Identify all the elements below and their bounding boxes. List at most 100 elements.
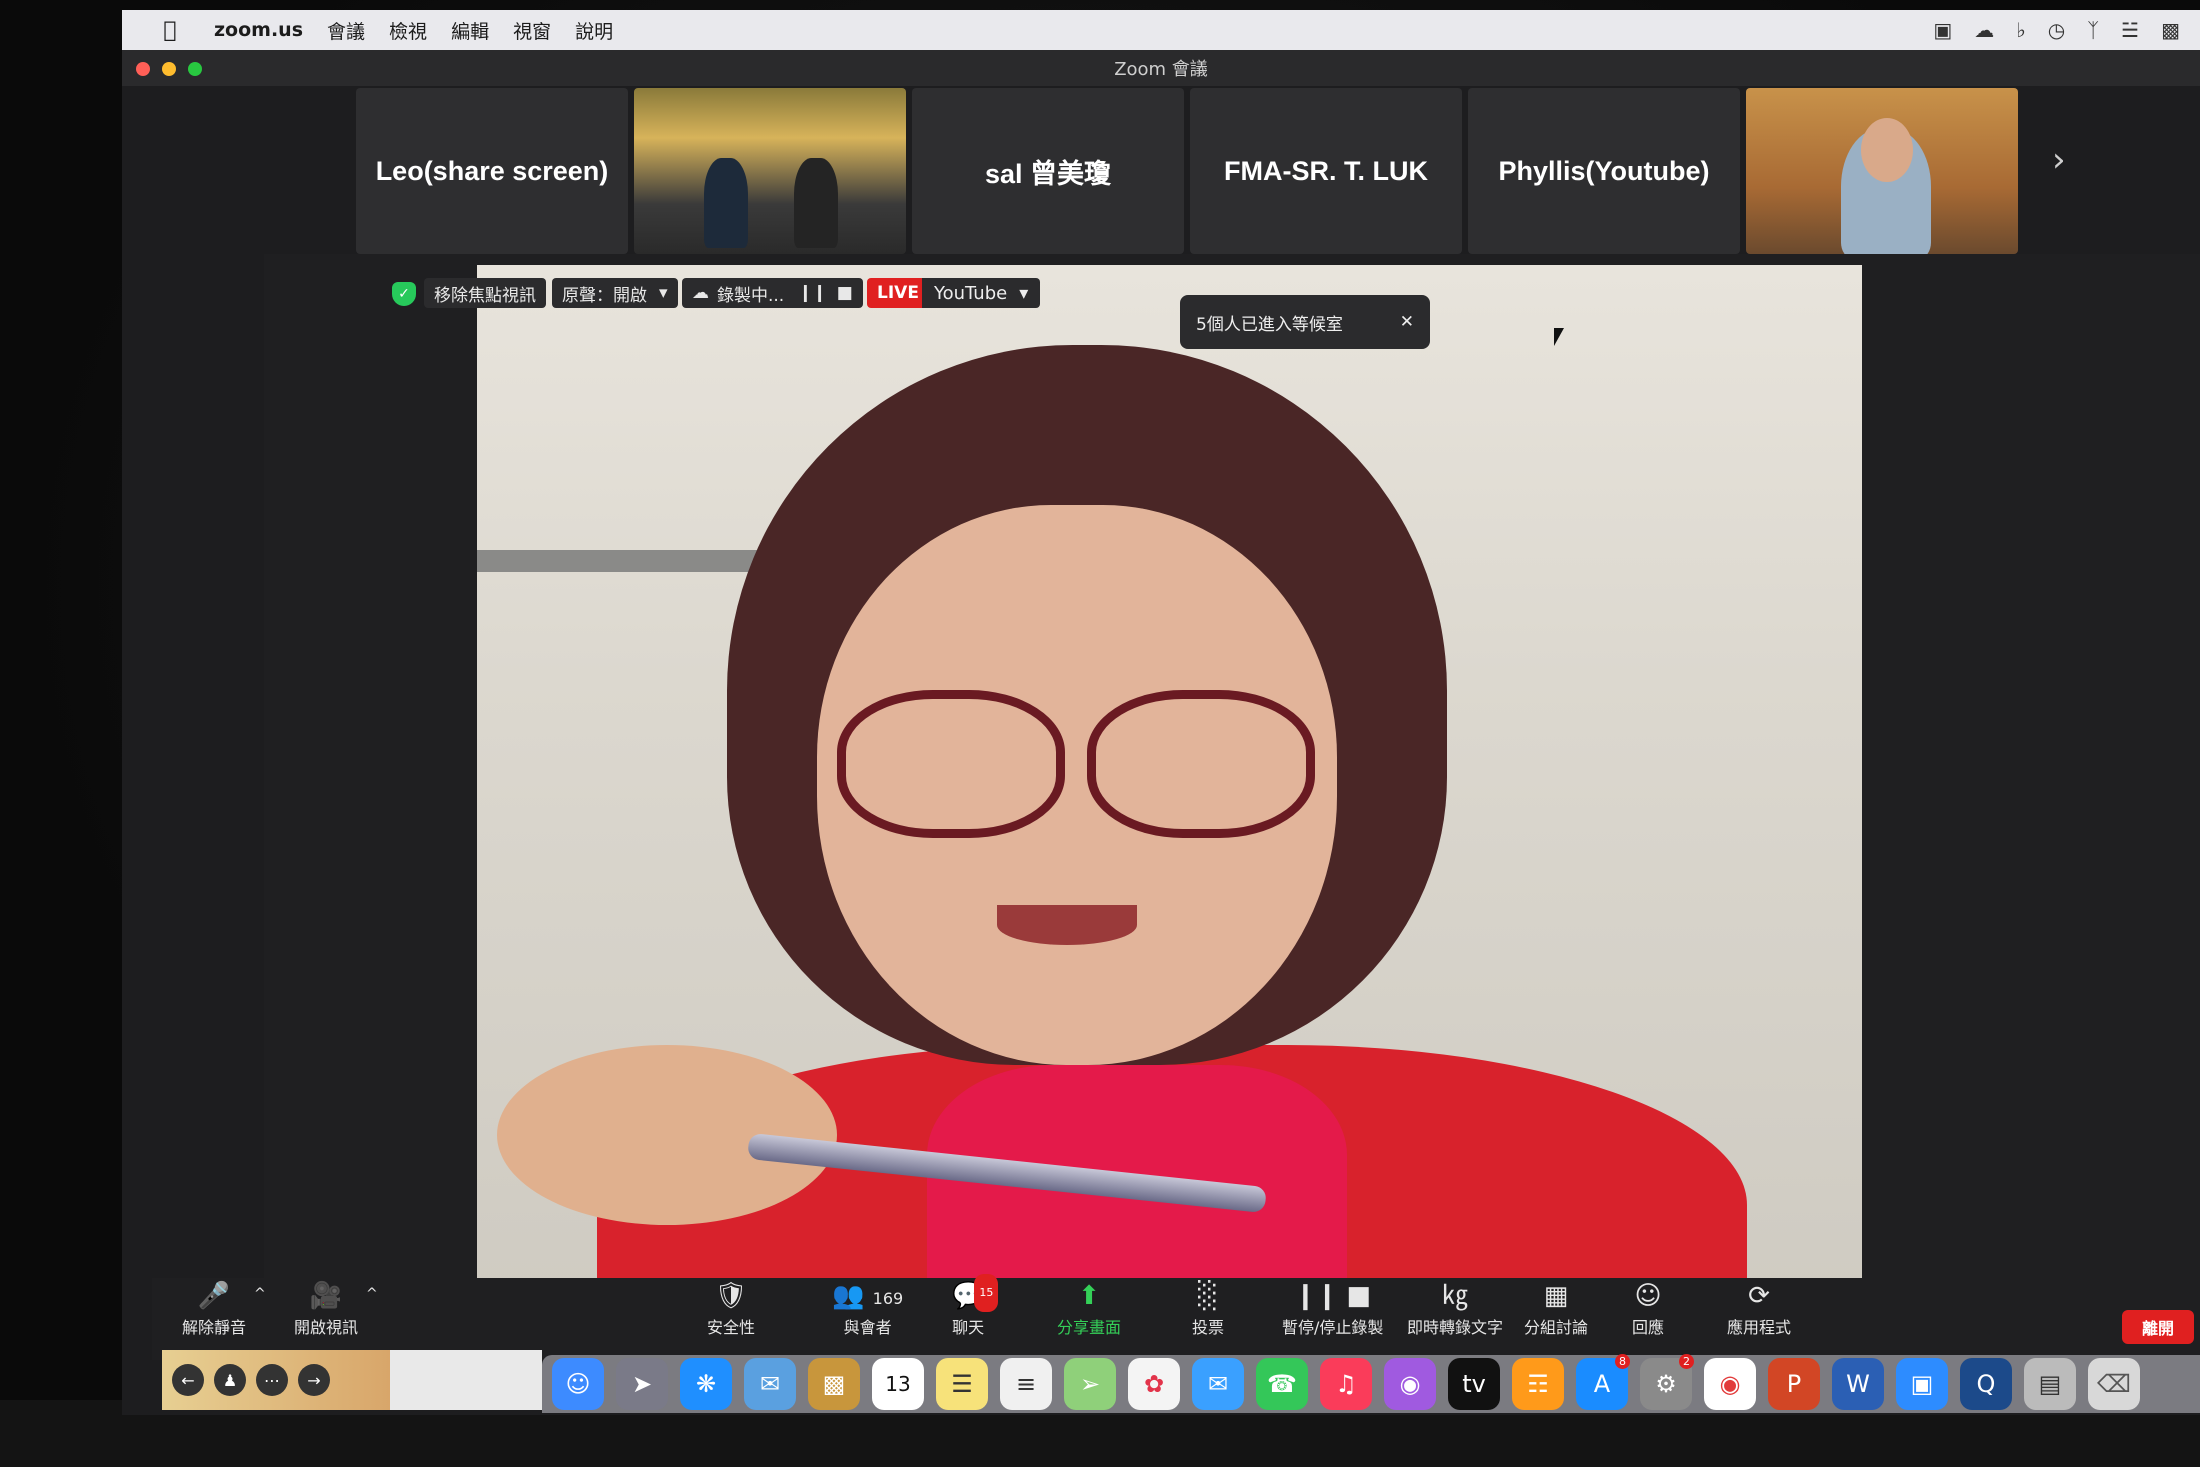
video-off-icon: 🎥 bbox=[309, 1281, 343, 1311]
start-video-button[interactable]: 🎥 開啟視訊 bbox=[294, 1278, 358, 1338]
apple-icon[interactable]:  bbox=[150, 18, 190, 43]
stream-target-label: YouTube bbox=[934, 282, 1008, 304]
mouse-cursor-icon bbox=[1554, 328, 1564, 346]
chat-badge: 15 bbox=[974, 1274, 999, 1312]
person-icon[interactable]: ♟ bbox=[214, 1364, 246, 1396]
breakout-rooms-label: 分組討論 bbox=[1524, 1318, 1589, 1337]
close-icon[interactable]: ✕ bbox=[1400, 312, 1414, 332]
waiting-room-text: 5個人已進入等候室 bbox=[1196, 314, 1343, 335]
chrome-icon[interactable]: ◉ bbox=[1704, 1358, 1756, 1410]
apple-tv-icon[interactable]: tv bbox=[1448, 1358, 1500, 1410]
original-sound-button[interactable]: 原聲：開啟 ▾ bbox=[552, 278, 678, 308]
app-store-icon[interactable]: A8 bbox=[1576, 1354, 1630, 1410]
zoom-app-icon[interactable]: ▣ bbox=[1896, 1358, 1948, 1410]
chevron-up-icon[interactable]: ^ bbox=[254, 1286, 266, 1302]
contacts-icon[interactable]: ▩ bbox=[808, 1358, 860, 1410]
participant-tile-leo[interactable]: Leo(share screen) bbox=[356, 88, 628, 254]
powerpoint-icon[interactable]: P bbox=[1768, 1358, 1820, 1410]
participants-button[interactable]: 👥 169 與會者 bbox=[832, 1278, 903, 1338]
launchpad-icon[interactable]: ➤ bbox=[616, 1358, 668, 1410]
recording-status[interactable]: ☁ 錄製中... ❙❙ ■ bbox=[682, 278, 863, 308]
share-screen-icon: ⬆ bbox=[1078, 1281, 1100, 1311]
calendar-icon[interactable]: 13 bbox=[872, 1358, 924, 1410]
participant-figure bbox=[794, 158, 838, 248]
more-icon[interactable]: ⋯ bbox=[256, 1364, 288, 1396]
pause-icon[interactable]: ❙❙ bbox=[798, 283, 827, 303]
security-button[interactable]: 🛡 安全性 bbox=[707, 1278, 755, 1338]
reminders-icon[interactable]: ≡ bbox=[1000, 1358, 1052, 1410]
menu-app-name[interactable]: zoom.us bbox=[214, 19, 303, 41]
chevron-down-icon[interactable]: ▾ bbox=[1019, 283, 1028, 304]
menu-meeting[interactable]: 會議 bbox=[327, 17, 365, 44]
arrow-right-icon[interactable]: → bbox=[298, 1364, 330, 1396]
input-method-icon[interactable]: ▩ bbox=[2161, 18, 2180, 42]
screen:  zoom.us 會議 檢視 編輯 視窗 說明 ▣ ☁ ♭ ◷ ᛉ ☱ ▩ Z… bbox=[122, 10, 2200, 1415]
pause-stop-recording-button[interactable]: ❙❙ ■ 暫停/停止錄製 bbox=[1282, 1278, 1383, 1338]
safari-icon[interactable]: ❋ bbox=[680, 1358, 732, 1410]
folder-stack-icon[interactable]: ▤ bbox=[2024, 1358, 2076, 1410]
podcasts-icon[interactable]: ◉ bbox=[1384, 1358, 1436, 1410]
leave-button[interactable]: 離開 bbox=[2122, 1310, 2194, 1344]
cloud-tray-icon[interactable]: ☁ bbox=[1974, 18, 1994, 42]
chevron-down-icon[interactable]: ▾ bbox=[659, 283, 668, 303]
polls-button[interactable]: ░ 投票 bbox=[1192, 1278, 1224, 1338]
apps-button[interactable]: ⟳ 應用程式 bbox=[1727, 1278, 1791, 1338]
live-stream-target[interactable]: YouTube ▾ bbox=[922, 278, 1041, 308]
remove-spotlight-label: 移除焦點視訊 bbox=[434, 285, 536, 306]
participant-tile-priest[interactable] bbox=[1746, 88, 2018, 254]
active-speaker-video[interactable] bbox=[477, 265, 1862, 1295]
participant-tile-sal[interactable]: sal 曾美瓊 bbox=[912, 88, 1184, 254]
chevron-up-icon[interactable]: ^ bbox=[366, 1286, 378, 1302]
shield-icon[interactable]: ✓ bbox=[392, 282, 416, 306]
cloud-record-icon: ☁ bbox=[692, 283, 709, 303]
reactions-label: 回應 bbox=[1632, 1318, 1665, 1337]
messages-icon[interactable]: ✉ bbox=[1192, 1358, 1244, 1410]
zoom-window-button[interactable] bbox=[188, 62, 202, 76]
finder-icon[interactable]: ☺ bbox=[552, 1358, 604, 1410]
menu-view[interactable]: 檢視 bbox=[389, 17, 427, 44]
menu-window[interactable]: 視窗 bbox=[513, 17, 551, 44]
unmute-button[interactable]: 🎤 解除靜音 bbox=[182, 1278, 246, 1338]
notes-icon[interactable]: ☰ bbox=[936, 1358, 988, 1410]
mail-icon[interactable]: ✉ bbox=[744, 1358, 796, 1410]
wifi-icon[interactable]: ☱ bbox=[2121, 18, 2139, 42]
chevron-right-icon[interactable]: › bbox=[2052, 140, 2066, 180]
word-icon[interactable]: W bbox=[1832, 1358, 1884, 1410]
trash-icon[interactable]: ⌫ bbox=[2088, 1358, 2140, 1410]
cc-icon: ㎏ bbox=[1442, 1281, 1469, 1311]
chat-button[interactable]: 💬 15 聊天 bbox=[952, 1274, 999, 1338]
facetime-icon[interactable]: ☎ bbox=[1256, 1358, 1308, 1410]
share-screen-button[interactable]: ⬆ 分享畫面 bbox=[1057, 1278, 1121, 1338]
music-icon[interactable]: ♫ bbox=[1320, 1358, 1372, 1410]
stop-icon[interactable]: ■ bbox=[837, 283, 853, 303]
menu-help[interactable]: 說明 bbox=[575, 17, 613, 44]
mac-menu-bar:  zoom.us 會議 檢視 編輯 視窗 說明 ▣ ☁ ♭ ◷ ᛉ ☱ ▩ bbox=[122, 10, 2200, 50]
window-title: Zoom 會議 bbox=[1114, 59, 1208, 80]
participant-tile-fma[interactable]: FMA-SR. T. LUK bbox=[1190, 88, 1462, 254]
close-window-button[interactable] bbox=[136, 62, 150, 76]
live-badge[interactable]: LIVE bbox=[867, 278, 929, 308]
remove-spotlight-button[interactable]: 移除焦點視訊 bbox=[424, 278, 546, 308]
maps-icon[interactable]: ➢ bbox=[1064, 1358, 1116, 1410]
time-machine-icon[interactable]: ◷ bbox=[2048, 18, 2065, 42]
bar-chart-icon: ░ bbox=[1198, 1281, 1218, 1311]
participant-tile-phyllis[interactable]: Phyllis(Youtube) bbox=[1468, 88, 1740, 254]
live-transcript-button[interactable]: ㎏ 即時轉錄文字 bbox=[1407, 1278, 1503, 1338]
system-preferences-icon[interactable]: ⚙ 2 bbox=[1640, 1354, 1694, 1410]
participant-tile-studio[interactable] bbox=[634, 88, 906, 254]
books-icon[interactable]: ☶ bbox=[1512, 1358, 1564, 1410]
participants-icon: 👥 169 bbox=[832, 1281, 904, 1311]
menu-edit[interactable]: 編輯 bbox=[451, 17, 489, 44]
chat-label: 聊天 bbox=[952, 1318, 985, 1337]
reactions-button[interactable]: ☺ 回應 bbox=[1632, 1278, 1664, 1338]
zoom-tray-icon[interactable]: ▣ bbox=[1933, 18, 1952, 42]
live-transcript-label: 即時轉錄文字 bbox=[1407, 1318, 1504, 1337]
photos-icon[interactable]: ✿ bbox=[1128, 1358, 1180, 1410]
rocket-tray-icon[interactable]: ♭ bbox=[2016, 18, 2025, 42]
waiting-room-notice[interactable]: 5個人已進入等候室 ✕ bbox=[1180, 295, 1430, 349]
minimize-window-button[interactable] bbox=[162, 62, 176, 76]
bluetooth-icon[interactable]: ᛉ bbox=[2087, 18, 2099, 42]
quicktime-icon[interactable]: Q bbox=[1960, 1358, 2012, 1410]
arrow-left-icon[interactable]: ← bbox=[172, 1364, 204, 1396]
breakout-rooms-button[interactable]: ▦ 分組討論 bbox=[1524, 1278, 1588, 1338]
